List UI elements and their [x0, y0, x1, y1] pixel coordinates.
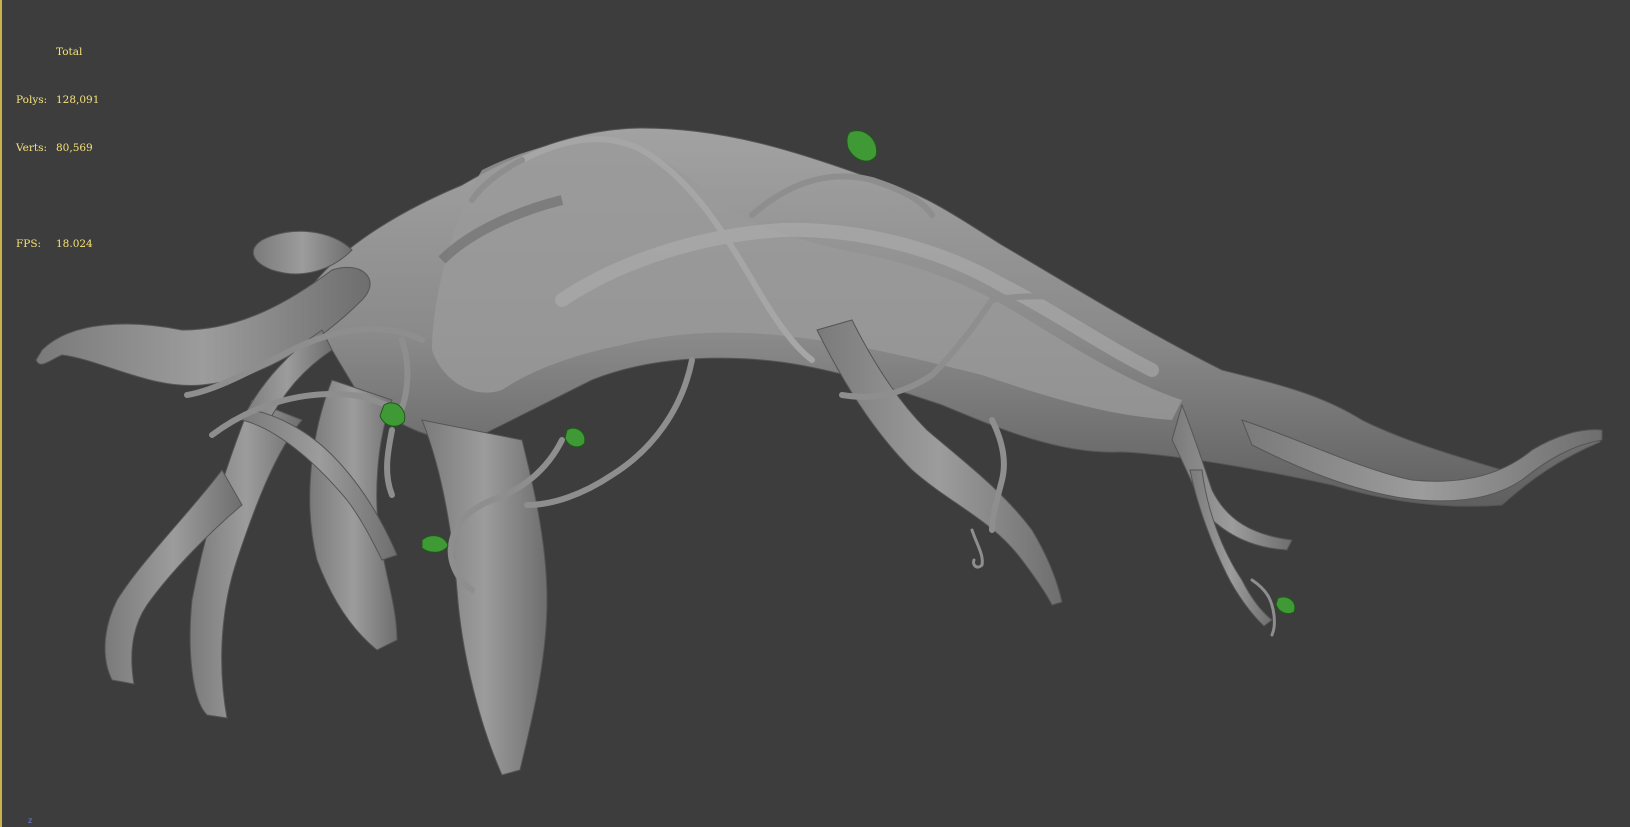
leaf-icon — [846, 130, 878, 162]
leaf-icon — [564, 427, 586, 448]
tree-roots-model[interactable] — [2, 0, 1630, 827]
leaf-icon — [1275, 596, 1296, 615]
axis-gizmo-label: z — [28, 816, 33, 825]
viewport[interactable]: Total Polys: 128,091 Verts: 80,569 FPS: 18.… — [0, 0, 1630, 827]
leaf-icon — [421, 535, 449, 553]
